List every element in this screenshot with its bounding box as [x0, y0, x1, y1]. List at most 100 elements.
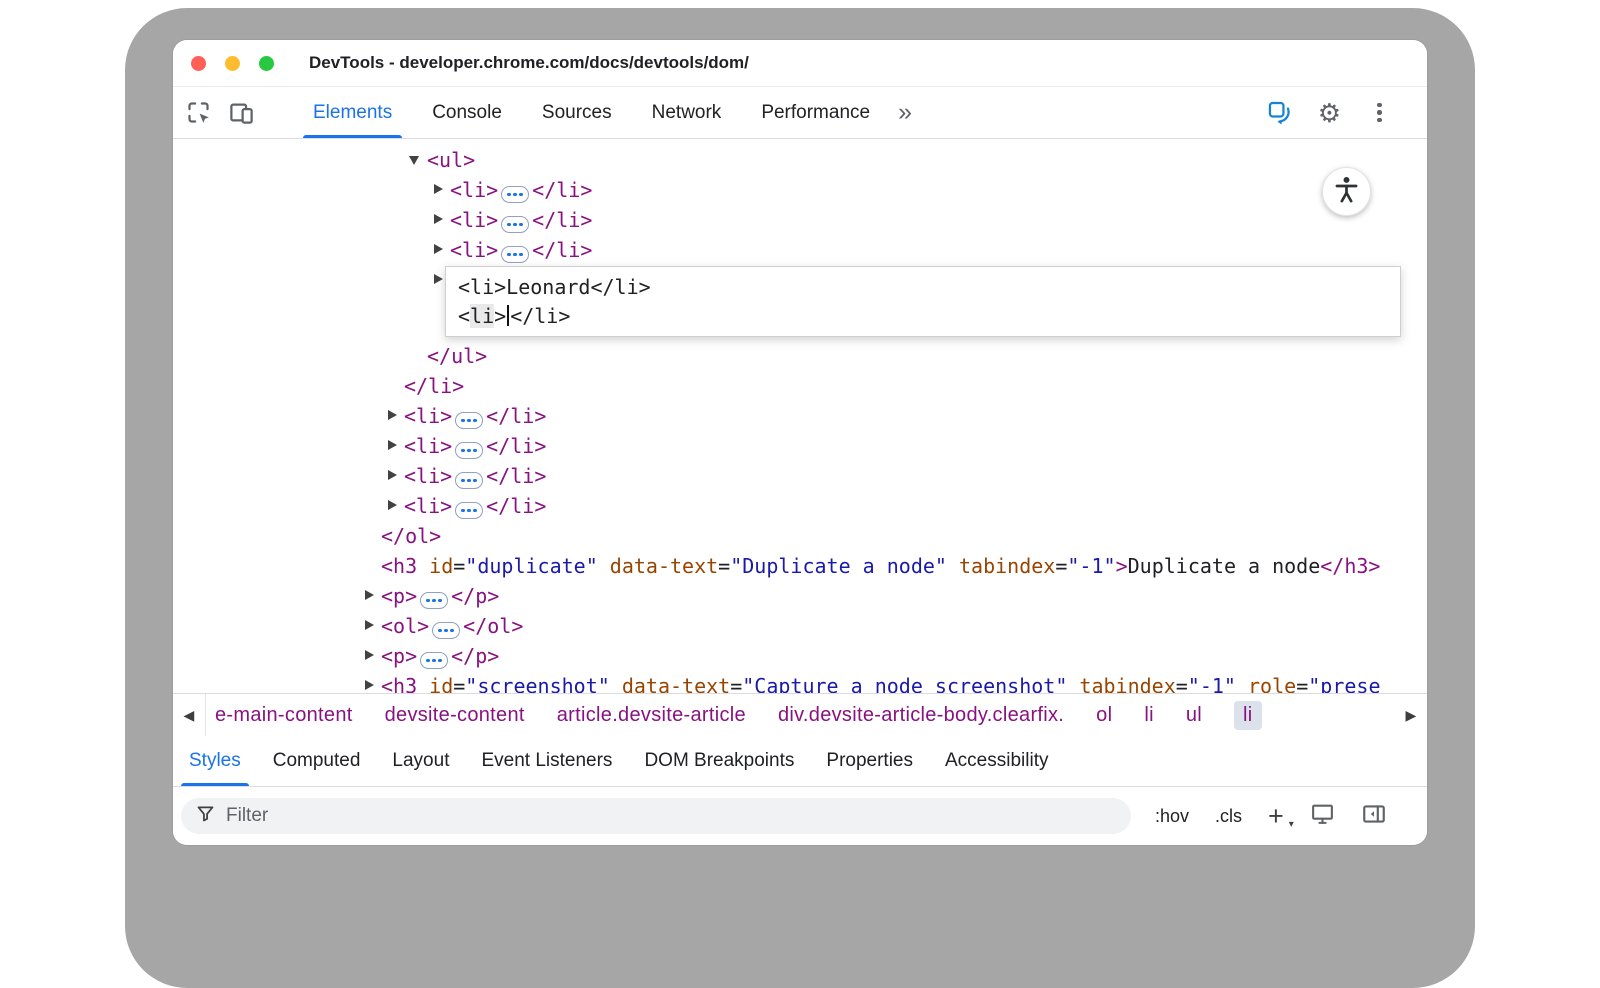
dom-tree-node[interactable]: <ol></ol>: [173, 611, 1427, 641]
ellipsis-button[interactable]: [455, 502, 483, 519]
toolbar-right-icons: ⚙: [1266, 87, 1427, 138]
ellipsis-button[interactable]: [455, 412, 483, 429]
tab-console[interactable]: Console: [412, 87, 522, 138]
dom-tree-node[interactable]: <li></li>: [173, 175, 1427, 205]
sidebar-tab-styles[interactable]: Styles: [173, 736, 257, 786]
expand-arrow-icon[interactable]: [364, 611, 381, 641]
dom-tree-node[interactable]: <li>Leonard</li><li></li>: [173, 265, 1427, 341]
edit-line-2: <li></li>: [458, 302, 1388, 331]
ellipsis-button[interactable]: [455, 442, 483, 459]
toggle-element-state-button[interactable]: :hov: [1155, 806, 1189, 827]
dom-tree-node[interactable]: <li></li>: [173, 205, 1427, 235]
tab-performance[interactable]: Performance: [741, 87, 890, 138]
sidebar-tab-accessibility[interactable]: Accessibility: [929, 736, 1064, 786]
breadcrumb-scroll-right-icon[interactable]: ▶: [1395, 694, 1427, 736]
breadcrumb-scroll-left-icon[interactable]: ◀: [173, 694, 206, 736]
ellipsis-button[interactable]: [432, 622, 460, 639]
arrow-spacer: [364, 521, 381, 551]
dom-tree-node[interactable]: <li></li>: [173, 431, 1427, 461]
styles-filter-input[interactable]: Filter: [181, 798, 1131, 834]
tab-elements[interactable]: Elements: [293, 87, 412, 138]
expand-arrow-icon[interactable]: [364, 671, 381, 693]
device-toolbar-icon[interactable]: [228, 99, 255, 126]
tab-sources[interactable]: Sources: [522, 87, 632, 138]
breadcrumb-item[interactable]: e-main-content: [215, 704, 353, 727]
collapse-arrow-icon[interactable]: [410, 145, 427, 175]
code-token: =: [1176, 674, 1188, 693]
ellipsis-button[interactable]: [420, 652, 448, 669]
code-token: "-1": [1067, 554, 1115, 578]
breadcrumb-item[interactable]: ol: [1096, 704, 1112, 727]
breadcrumb-item[interactable]: li: [1144, 704, 1154, 727]
node-edit-box[interactable]: <li>Leonard</li><li></li>: [445, 266, 1401, 337]
code-token: <li>: [404, 494, 452, 518]
code-token: </ul>: [427, 344, 487, 368]
dom-tree-node[interactable]: <ul>: [173, 145, 1427, 175]
rotate-device-icon[interactable]: [1266, 99, 1293, 126]
expand-arrow-icon[interactable]: [433, 235, 450, 265]
breadcrumb-item[interactable]: li: [1234, 701, 1262, 730]
code-token: </li>: [486, 494, 546, 518]
ellipsis-button[interactable]: [501, 186, 529, 203]
sidebar-tab-properties[interactable]: Properties: [810, 736, 929, 786]
expand-arrow-icon[interactable]: [364, 641, 381, 671]
expand-arrow-icon[interactable]: [433, 205, 450, 235]
dom-tree-node[interactable]: </li>: [173, 371, 1427, 401]
expand-arrow-icon[interactable]: [364, 581, 381, 611]
breadcrumb-item[interactable]: article.devsite-article: [557, 704, 746, 727]
expand-arrow-icon[interactable]: [433, 265, 450, 295]
dom-tree-node[interactable]: <p></p>: [173, 581, 1427, 611]
breadcrumb-item[interactable]: ul: [1186, 704, 1202, 727]
more-panels-icon[interactable]: »: [898, 100, 912, 125]
breadcrumb-item[interactable]: div.devsite-article-body.clearfix.: [778, 704, 1064, 727]
code-token: =: [453, 674, 465, 693]
code-token: <h3: [381, 554, 417, 578]
code-token: </h3>: [1320, 554, 1380, 578]
filter-placeholder: Filter: [226, 805, 268, 827]
sidebar-tab-event-listeners[interactable]: Event Listeners: [465, 736, 628, 786]
window-title: DevTools - developer.chrome.com/docs/dev…: [309, 53, 749, 73]
dom-tree-node[interactable]: <li></li>: [173, 401, 1427, 431]
dom-tree-node[interactable]: <h3 id="duplicate" data-text="Duplicate …: [173, 551, 1427, 581]
expand-arrow-icon[interactable]: [387, 461, 404, 491]
ellipsis-button[interactable]: [420, 592, 448, 609]
ellipsis-button[interactable]: [501, 246, 529, 263]
new-style-rule-caret-icon: ▾: [1289, 820, 1294, 830]
more-menu-icon[interactable]: [1366, 103, 1393, 123]
zoom-window-button[interactable]: [259, 56, 274, 71]
dom-tree-node[interactable]: <h3 id="screenshot" data-text="Capture a…: [173, 671, 1427, 693]
sidebar-tab-computed[interactable]: Computed: [257, 736, 377, 786]
ellipsis-button[interactable]: [455, 472, 483, 489]
code-token: </li>: [532, 208, 592, 232]
code-token: =: [718, 554, 730, 578]
code-token: >: [1116, 554, 1128, 578]
text-cursor: [507, 305, 509, 326]
code-token: tabindex: [1067, 674, 1175, 693]
sidebar-tab-dom-breakpoints[interactable]: DOM Breakpoints: [628, 736, 810, 786]
expand-arrow-icon[interactable]: [433, 175, 450, 205]
close-window-button[interactable]: [191, 56, 206, 71]
dom-tree-node[interactable]: <li></li>: [173, 461, 1427, 491]
ellipsis-button[interactable]: [501, 216, 529, 233]
accessibility-floating-button[interactable]: [1322, 167, 1371, 216]
settings-gear-icon[interactable]: ⚙: [1318, 100, 1341, 126]
code-token: role: [1236, 674, 1296, 693]
dom-tree-node[interactable]: <li></li>: [173, 235, 1427, 265]
new-style-rule-button[interactable]: +▾: [1268, 803, 1284, 830]
expand-arrow-icon[interactable]: [387, 431, 404, 461]
expand-arrow-icon[interactable]: [387, 401, 404, 431]
code-token: <h3: [381, 674, 417, 693]
sidebar-toggle-icon[interactable]: [1361, 801, 1387, 832]
dom-tree-node[interactable]: <p></p>: [173, 641, 1427, 671]
dom-tree-node[interactable]: </ul>: [173, 341, 1427, 371]
element-classes-button[interactable]: .cls: [1215, 806, 1242, 827]
minimize-window-button[interactable]: [225, 56, 240, 71]
dom-tree-node[interactable]: <li> </li>: [173, 491, 1427, 521]
toggle-rendering-icon[interactable]: [1310, 801, 1335, 831]
expand-arrow-icon[interactable]: [387, 491, 404, 521]
dom-tree-node[interactable]: </ol>: [173, 521, 1427, 551]
breadcrumb-item[interactable]: devsite-content: [385, 704, 525, 727]
tab-network[interactable]: Network: [632, 87, 742, 138]
inspect-element-icon[interactable]: [185, 99, 212, 126]
sidebar-tab-layout[interactable]: Layout: [376, 736, 465, 786]
